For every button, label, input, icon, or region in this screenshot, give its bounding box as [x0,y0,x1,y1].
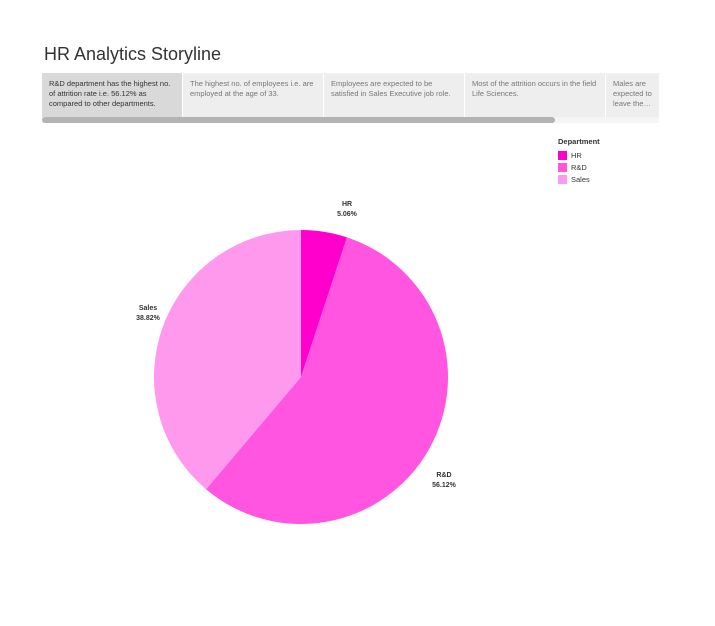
slice-value-rd: 56.12% [432,482,457,489]
pie-chart: HR 5.06% R&D 56.12% Sales 38.82% [136,201,457,524]
slice-label-sales: Sales [139,305,157,312]
slice-value-sales: 38.82% [136,315,161,322]
slice-value-hr: 5.06% [337,211,358,218]
slice-label-hr: HR [342,201,352,208]
slice-label-rd: R&D [436,472,451,479]
